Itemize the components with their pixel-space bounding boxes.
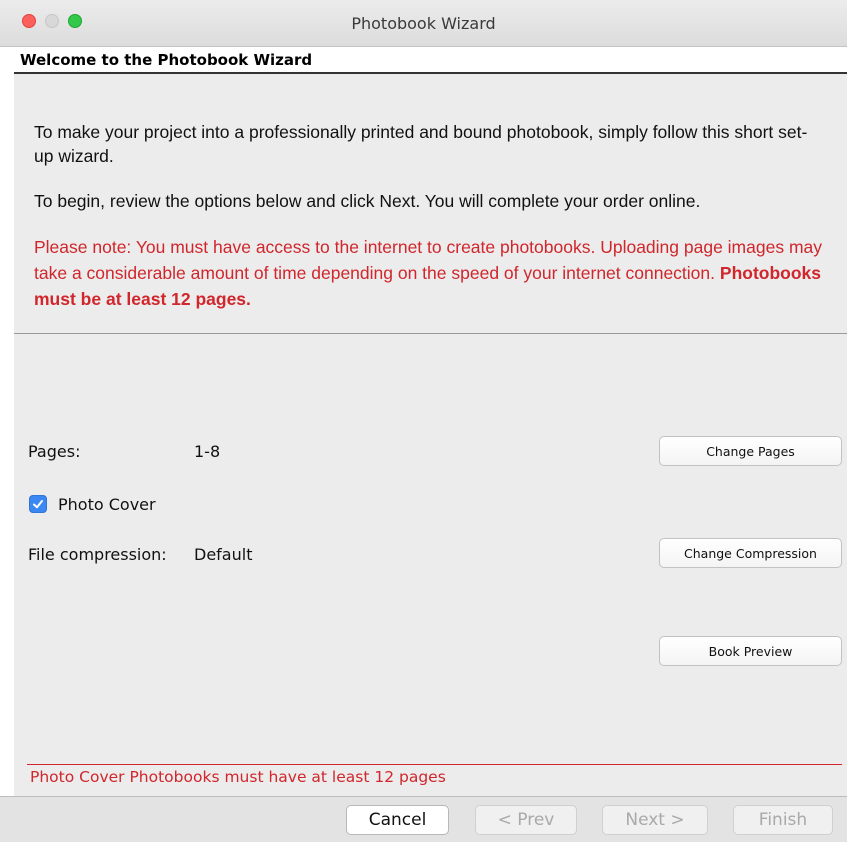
photo-cover-label[interactable]: Photo Cover [58,495,156,514]
pages-label: Pages: [28,442,81,461]
photo-cover-checkbox[interactable] [29,495,47,513]
warning-divider [27,764,842,765]
prev-button[interactable]: < Prev [475,805,577,835]
checkmark-icon [33,500,43,509]
compression-label: File compression: [28,545,167,564]
internet-note: Please note: You must have access to the… [34,234,824,312]
section-divider [14,333,847,334]
next-button[interactable]: Next > [602,805,708,835]
wizard-panel [14,74,847,796]
change-compression-button[interactable]: Change Compression [659,538,842,568]
book-preview-button[interactable]: Book Preview [659,636,842,666]
change-pages-button[interactable]: Change Pages [659,436,842,466]
pages-value: 1-8 [194,442,221,461]
window-title: Photobook Wizard [351,14,496,33]
intro-paragraph-1: To make your project into a professional… [34,122,808,166]
photo-cover-warning: Photo Cover Photobooks must have at leas… [30,768,446,786]
compression-value: Default [194,545,253,564]
title-bar: Photobook Wizard [0,0,847,47]
internet-note-text: Please note: You must have access to the… [34,237,823,283]
wizard-header-title: Welcome to the Photobook Wizard [20,51,313,69]
intro-paragraph-2: To begin, review the options below and c… [34,191,701,211]
finish-button[interactable]: Finish [733,805,833,835]
cancel-button[interactable]: Cancel [346,805,449,835]
